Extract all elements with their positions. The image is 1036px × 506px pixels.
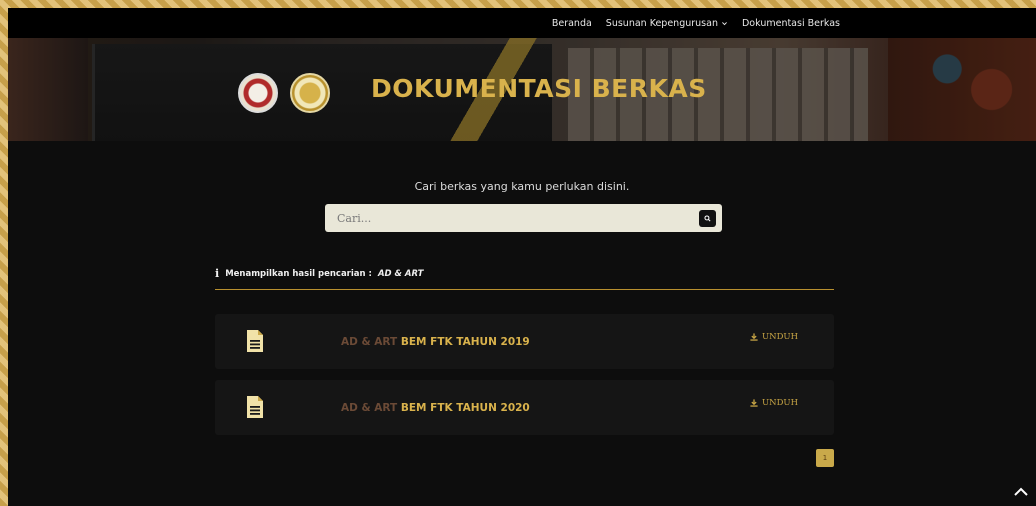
page-title: DOKUMENTASI BERKAS xyxy=(371,74,707,103)
nav-item-susunan-kepengurusan[interactable]: Susunan Kepengurusan xyxy=(606,18,728,29)
list-item: AD & ART BEM FTK TAHUN 2019 UNDUH xyxy=(215,314,834,369)
nav-item-label: Susunan Kepengurusan xyxy=(605,17,718,29)
download-button[interactable]: UNDUH xyxy=(750,398,798,408)
pagination-page-1[interactable]: 1 xyxy=(816,449,834,467)
search-icon xyxy=(704,215,711,222)
chevron-up-icon xyxy=(1014,487,1028,496)
top-navbar: Beranda Susunan Kepengurusan Dokumentasi… xyxy=(8,8,1036,38)
scroll-to-top-button[interactable] xyxy=(1012,484,1030,498)
download-label: UNDUH xyxy=(762,398,798,408)
result-divider xyxy=(215,289,834,290)
chevron-down-icon xyxy=(722,21,727,25)
download-icon xyxy=(750,399,758,407)
result-header: i Menampilkan hasil pencarian : AD & ART xyxy=(215,267,423,280)
document-title-main: BEM FTK TAHUN 2020 xyxy=(400,402,530,414)
university-logo xyxy=(238,73,278,113)
document-icon xyxy=(247,396,263,418)
document-title-prefix: AD & ART xyxy=(341,336,398,348)
download-button[interactable]: UNDUH xyxy=(750,332,798,342)
download-icon xyxy=(750,333,758,341)
document-title-prefix: AD & ART xyxy=(341,402,398,414)
search-button[interactable] xyxy=(699,210,716,227)
nav-item-dokumentasi-berkas[interactable]: Dokumentasi Berkas xyxy=(742,18,840,29)
hero-banner: DOKUMENTASI BERKAS xyxy=(8,38,1036,141)
nav-item-beranda[interactable]: Beranda xyxy=(552,18,592,29)
document-title: AD & ART BEM FTK TAHUN 2020 xyxy=(341,402,530,414)
document-title: AD & ART BEM FTK TAHUN 2019 xyxy=(341,336,530,348)
search-caption: Cari berkas yang kamu perlukan disini. xyxy=(414,180,630,193)
search-box xyxy=(325,204,722,232)
list-item: AD & ART BEM FTK TAHUN 2020 UNDUH xyxy=(215,380,834,435)
document-icon xyxy=(247,330,263,352)
nav-item-label: Beranda xyxy=(551,17,592,29)
result-header-label: Menampilkan hasil pencarian : xyxy=(225,268,372,279)
download-label: UNDUH xyxy=(762,332,798,342)
faculty-logo xyxy=(290,73,330,113)
document-title-main: BEM FTK TAHUN 2019 xyxy=(400,336,530,348)
nav-item-label: Dokumentasi Berkas xyxy=(741,17,840,29)
result-query: AD & ART xyxy=(377,268,424,279)
search-input[interactable] xyxy=(335,210,675,226)
info-icon: i xyxy=(215,267,220,280)
page: Beranda Susunan Kepengurusan Dokumentasi… xyxy=(8,8,1036,506)
